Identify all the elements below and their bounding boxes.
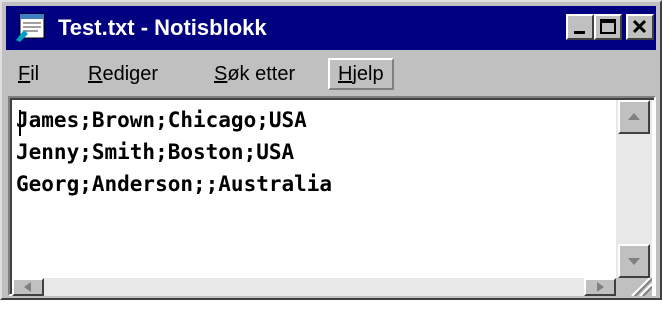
horizontal-scrollbar[interactable] <box>12 278 616 296</box>
text-content[interactable]: James;Brown;Chicago;USA Jenny;Smith;Bost… <box>16 104 616 274</box>
text-caret <box>19 110 21 136</box>
editor-frame: James;Brown;Chicago;USA Jenny;Smith;Bost… <box>8 96 656 297</box>
menu-edit-accel: R <box>88 63 103 85</box>
notepad-icon[interactable] <box>14 12 48 42</box>
arrow-up-icon <box>628 113 640 120</box>
menu-file[interactable]: Fil <box>10 58 47 90</box>
minimize-button[interactable] <box>566 14 594 40</box>
notepad-window: Test.txt - Notisblokk Fil Rediger Søk et… <box>0 0 662 300</box>
scroll-down-button[interactable] <box>618 244 650 278</box>
menu-help-label: jelp <box>352 63 384 85</box>
scroll-up-button[interactable] <box>618 100 650 134</box>
text-line: Jenny;Smith;Boston;USA <box>16 140 295 164</box>
menu-edit[interactable]: Rediger <box>80 58 166 90</box>
scroll-left-button[interactable] <box>12 278 44 296</box>
menu-search[interactable]: Søk etter <box>206 58 303 90</box>
resize-grip-icon <box>631 277 653 297</box>
menu-file-label: il <box>30 63 40 85</box>
window-title: Test.txt - Notisblokk <box>58 15 267 40</box>
menu-bar: Fil Rediger Søk etter Hjelp <box>6 54 656 94</box>
text-line: Georg;Anderson;;Australia <box>16 172 333 196</box>
text-line: James;Brown;Chicago;USA <box>16 108 307 132</box>
arrow-down-icon <box>628 258 640 265</box>
maximize-icon <box>600 19 616 34</box>
menu-help[interactable]: Hjelp <box>328 58 394 90</box>
editor-area[interactable]: James;Brown;Chicago;USA Jenny;Smith;Bost… <box>10 98 654 297</box>
menu-file-accel: F <box>18 63 31 85</box>
maximize-button[interactable] <box>594 14 622 40</box>
scroll-right-button[interactable] <box>584 278 616 296</box>
close-button[interactable] <box>626 14 654 40</box>
title-bar[interactable]: Test.txt - Notisblokk <box>6 6 656 50</box>
close-icon <box>632 19 647 34</box>
menu-search-accel: S <box>214 63 228 85</box>
menu-help-accel: H <box>338 63 353 85</box>
menu-edit-label: ediger <box>102 63 159 85</box>
resize-grip[interactable] <box>616 277 653 297</box>
minimize-icon <box>574 31 585 34</box>
arrow-right-icon <box>597 282 604 292</box>
vertical-scrollbar[interactable] <box>616 100 652 278</box>
arrow-left-icon <box>24 282 31 292</box>
menu-search-label: øk etter <box>227 63 296 85</box>
